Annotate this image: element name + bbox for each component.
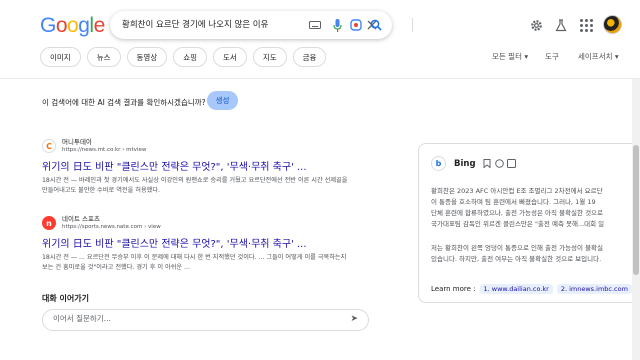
apps-grid-icon[interactable]	[577, 16, 595, 34]
settings-gear-icon[interactable]	[527, 16, 545, 34]
tab-shopping[interactable]: 쇼핑	[173, 47, 208, 67]
source-url[interactable]: https://sports.news.nate.com › view	[62, 223, 161, 231]
bing-text-line: 저는 황희찬이 왼쪽 엉덩이 통증으로 인해 출전 가능성이 불확실	[431, 244, 604, 252]
bing-text-line: 국가대표팀 감독인 위르겐 클린스만은 "출전 예측 못해...대회 일	[431, 220, 605, 228]
bing-title: Bing	[454, 159, 476, 169]
microphone-icon[interactable]	[329, 17, 345, 33]
more-icon[interactable]	[507, 159, 516, 170]
bookmark-icon[interactable]	[483, 159, 491, 170]
ai-overview-question: 이 검색어에 대한 AI 검색 결과를 확인하시겠습니까?	[42, 98, 206, 107]
tab-videos[interactable]: 동영상	[126, 47, 168, 67]
account-avatar[interactable]	[603, 15, 622, 34]
bing-text-line: 황희찬은 2023 AFC 아시안컵 E조 조별리그 2차전에서 요르단	[431, 187, 603, 195]
learn-more-label: Learn more :	[431, 285, 476, 293]
bing-panel: b Bing 황희찬은 2023 AFC 아시안컵 E조 조별리그 2차전에서 …	[418, 143, 640, 303]
tab-images[interactable]: 이미지	[40, 47, 81, 67]
source-name[interactable]: 네이트 스포츠	[62, 215, 161, 223]
search-box[interactable]: 황희찬이 요르단 경기에 나오지 않은 이유	[110, 11, 413, 39]
send-icon[interactable]: ➤	[350, 314, 358, 324]
safesearch-button[interactable]: 세이프서치 ▾	[578, 51, 619, 62]
followup-box: ➤	[42, 309, 369, 331]
chat-icon[interactable]	[495, 159, 504, 170]
followup-label: 대화 이어가기	[42, 294, 89, 303]
tab-finance[interactable]: 금융	[292, 47, 327, 67]
bing-logo-icon: b	[431, 156, 446, 171]
divider	[412, 18, 413, 32]
bing-text-line: 이 통증을 호소하며 팀 훈련에서 빠졌습니다. 그러나, 1월 19	[431, 198, 596, 206]
tab-news[interactable]: 뉴스	[86, 47, 121, 67]
learn-more-link[interactable]: 1. www.dailian.co.kr	[479, 284, 553, 294]
tools-button[interactable]: 도구	[545, 51, 559, 62]
source-url[interactable]: https://news.mt.co.kr › mtview	[62, 146, 146, 154]
search-query[interactable]: 황희찬이 요르단 경기에 나오지 않은 이유	[122, 18, 268, 30]
learn-more-row: Learn more : 1. www.dailian.co.kr 2. imn…	[431, 284, 632, 294]
search-result: C 머니투데이 https://news.mt.co.kr › mtview 위…	[42, 138, 352, 196]
tab-books[interactable]: 도서	[213, 47, 247, 67]
result-title-link[interactable]: 위기의 日도 비판 "클린스만 전략은 무엇?", '무색·무취 축구' ...	[42, 158, 352, 173]
google-logo[interactable]: Google	[40, 14, 105, 38]
learn-more-link[interactable]: 2. imnews.imbc.com	[556, 284, 632, 294]
search-result: n 네이트 스포츠 https://sports.news.nate.com ›…	[42, 215, 352, 273]
tab-maps[interactable]: 지도	[252, 47, 287, 67]
scrollbar-thumb[interactable]	[633, 145, 639, 275]
result-snippet: 18시간 전 — 바레인과 첫 경기에서도 사실상 이강인의 원맨쇼로 승리를 …	[42, 177, 348, 194]
labs-flask-icon[interactable]	[552, 16, 570, 34]
search-tabs: 이미지 뉴스 동영상 쇼핑 도서 지도 금융	[40, 47, 327, 67]
source-favicon-icon: C	[42, 139, 56, 153]
bing-text-line: 있습니다. 하지만, 출전 여부는 아직 불확실한 것으로 보입니다.	[431, 255, 602, 263]
keyboard-icon[interactable]	[307, 17, 323, 33]
all-filters-button[interactable]: 모든 필터 ▾	[492, 51, 528, 62]
header-divider	[0, 78, 640, 79]
result-snippet: 18시간 전 — ... 요르단전 무승부 이후 이 문제에 대해 다시 한 번…	[42, 254, 347, 271]
generate-button[interactable]: 생성	[207, 91, 238, 110]
bing-text-line: 단체 훈련에 합류하였으나, 출전 가능성은 아직 불확실한 것으로	[431, 209, 604, 217]
source-name[interactable]: 머니투데이	[62, 138, 146, 146]
source-favicon-icon: n	[42, 216, 56, 230]
search-icon[interactable]	[368, 17, 384, 33]
lens-icon[interactable]	[348, 17, 364, 33]
followup-input[interactable]	[53, 314, 313, 323]
result-title-link[interactable]: 위기의 日도 비판 "클린스만 전략은 무엇?", '무색·무취 축구' ...	[42, 235, 352, 250]
